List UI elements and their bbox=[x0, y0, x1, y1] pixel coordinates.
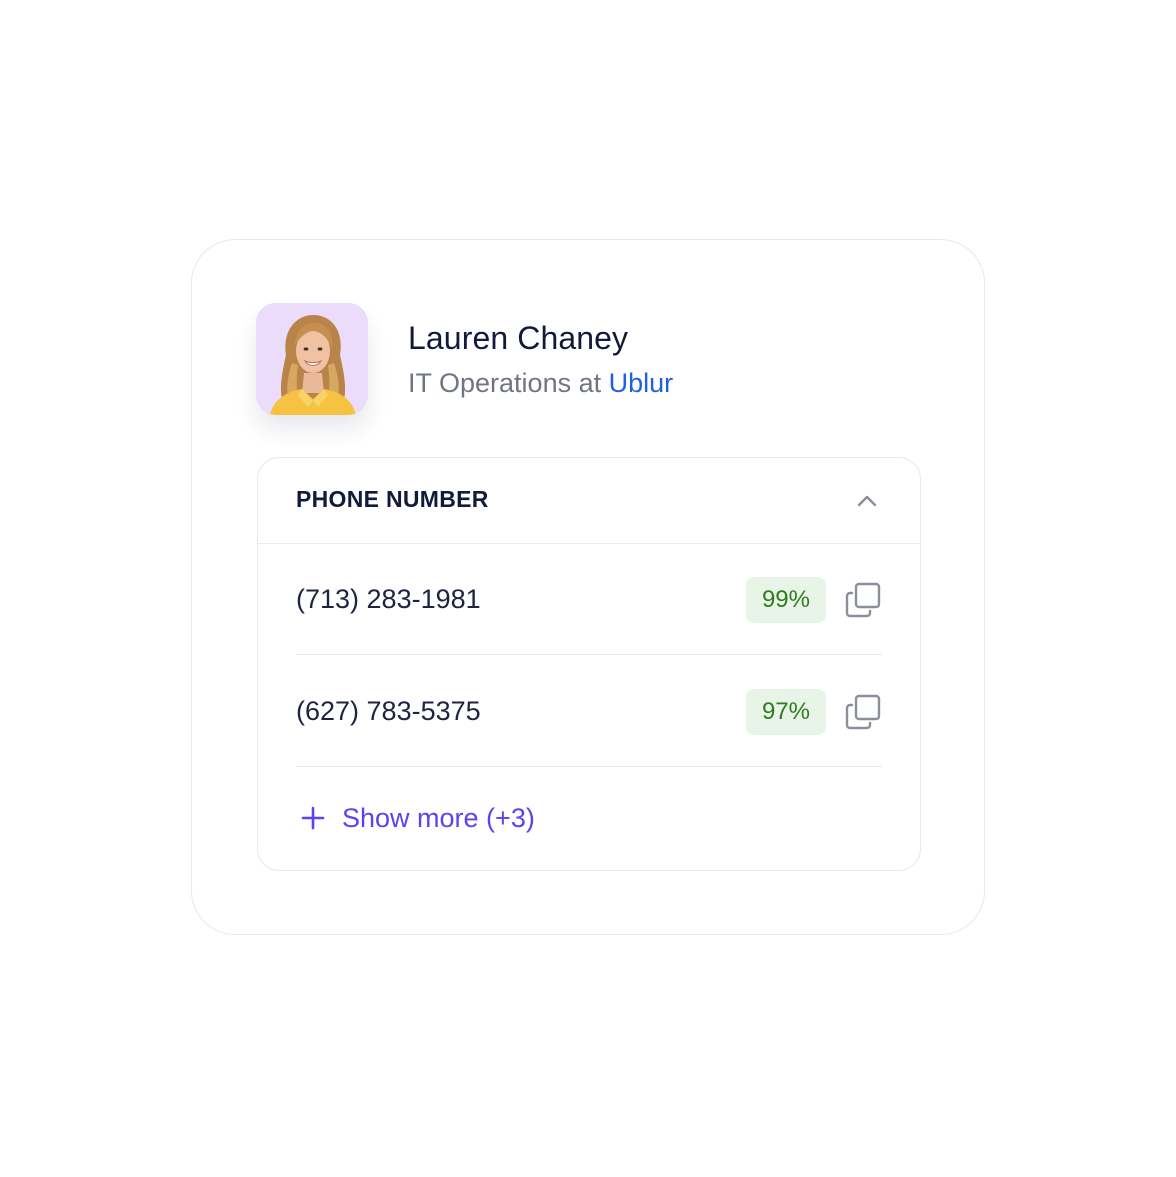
confidence-badge: 99% bbox=[745, 577, 826, 623]
phone-row: (713) 283-1981 99% bbox=[296, 545, 882, 655]
profile-header: Lauren Chaney IT Operations at Ublur bbox=[256, 303, 673, 415]
confidence-badge: 97% bbox=[745, 689, 826, 735]
panel-header[interactable]: PHONE NUMBER bbox=[258, 458, 920, 544]
person-photo-icon bbox=[256, 303, 368, 415]
panel-title: PHONE NUMBER bbox=[296, 486, 489, 512]
identity: Lauren Chaney IT Operations at Ublur bbox=[408, 319, 673, 399]
plus-icon bbox=[301, 806, 325, 830]
contact-role: IT Operations at Ublur bbox=[408, 367, 673, 399]
copy-icon[interactable] bbox=[844, 693, 882, 731]
chevron-up-icon[interactable] bbox=[854, 488, 880, 514]
copy-icon[interactable] bbox=[844, 581, 882, 619]
role-text: IT Operations at bbox=[408, 368, 609, 398]
phone-row: (627) 783-5375 97% bbox=[296, 657, 882, 767]
phone-number: (627) 783-5375 bbox=[296, 696, 481, 726]
avatar bbox=[256, 303, 368, 415]
phone-number: (713) 283-1981 bbox=[296, 584, 481, 614]
phone-number-panel: PHONE NUMBER (713) 283-1981 99% (627) 78… bbox=[257, 457, 921, 871]
company-link[interactable]: Ublur bbox=[609, 368, 674, 398]
show-more-label: Show more (+3) bbox=[342, 803, 535, 833]
show-more-button[interactable]: Show more (+3) bbox=[300, 802, 535, 834]
contact-name: Lauren Chaney bbox=[408, 320, 629, 356]
